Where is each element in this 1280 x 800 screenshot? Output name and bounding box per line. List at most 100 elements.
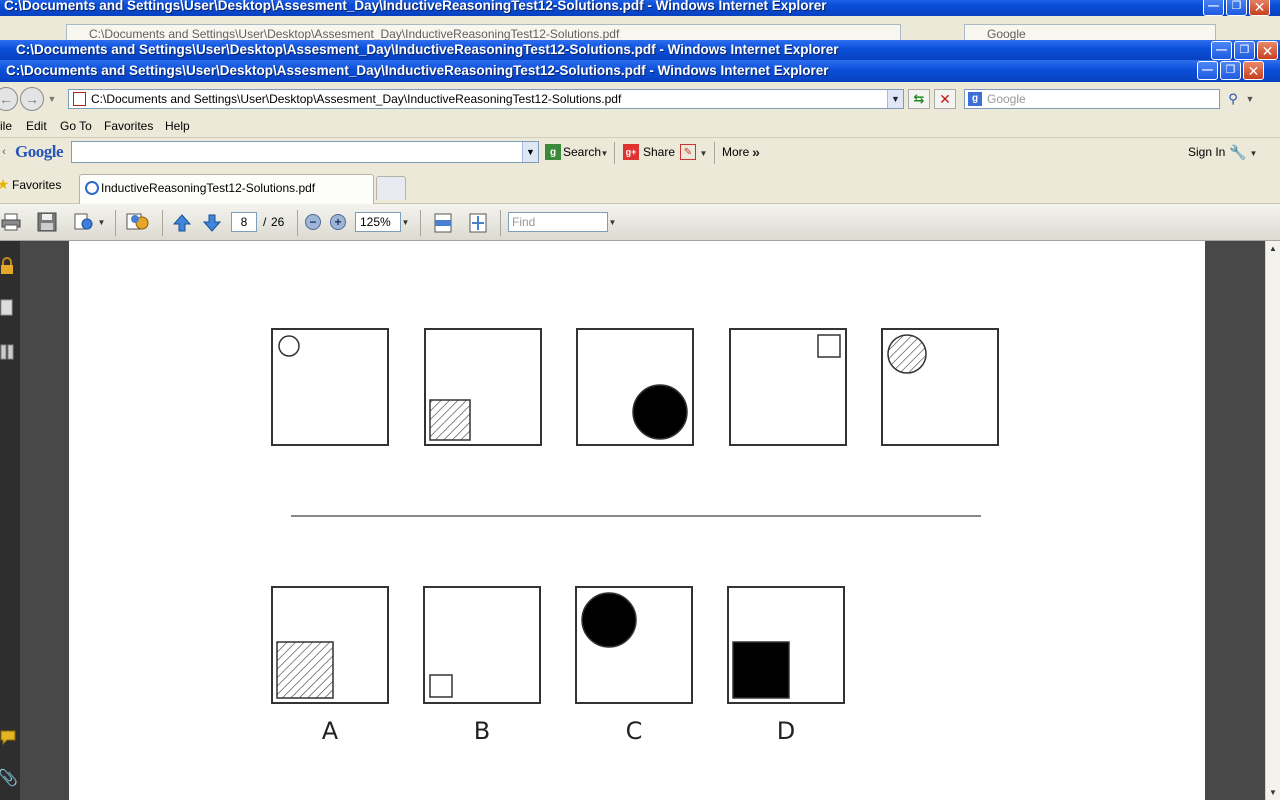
google-search-icon: g: [968, 92, 982, 106]
minimize-icon[interactable]: —: [1197, 61, 1218, 80]
answer-option-b-drawing: [429, 674, 453, 698]
toolbar-grip-icon: ‹: [2, 146, 6, 158]
address-url: C:\Documents and Settings\User\Desktop\A…: [91, 92, 622, 106]
search-dropdown-icon[interactable]: ▼: [600, 148, 609, 158]
answer-option-a-drawing: [276, 641, 334, 699]
menu-bar: ile Edit Go To Favorites Help: [0, 116, 1280, 138]
recent-pages-dropdown-icon[interactable]: ▼: [46, 93, 58, 105]
pages-panel-icon[interactable]: [0, 299, 14, 317]
menu-favorites[interactable]: Favorites: [104, 116, 153, 136]
divider-line: [291, 515, 981, 517]
find-input[interactable]: Find: [508, 212, 608, 232]
zoom-in-icon[interactable]: +: [330, 214, 346, 230]
black-square: [732, 641, 790, 699]
bookmarks-panel-icon[interactable]: [0, 343, 14, 361]
total-pages: 26: [271, 215, 285, 229]
google-search-dropdown-icon[interactable]: ▼: [522, 142, 538, 162]
menu-go-to[interactable]: Go To: [60, 116, 92, 136]
lock-icon[interactable]: [0, 257, 14, 275]
main-window-titlebar: C:\Documents and Settings\User\Desktop\A…: [0, 60, 1280, 82]
zoom-level-select[interactable]: 125%: [355, 212, 401, 232]
back-button[interactable]: ←: [0, 87, 18, 111]
address-dropdown-icon[interactable]: ▼: [887, 90, 903, 108]
share-icon[interactable]: g+: [623, 144, 639, 160]
answer-option-a: [271, 586, 389, 704]
fit-width-icon[interactable]: [432, 212, 454, 234]
empty-square: [429, 674, 453, 698]
menu-edit[interactable]: Edit: [26, 116, 47, 136]
background-address-strip: C:\Documents and Settings\User\Desktop\A…: [0, 16, 1280, 44]
double-chevron-right-icon[interactable]: »: [749, 144, 763, 160]
print-icon[interactable]: [0, 212, 22, 232]
page-number-input[interactable]: 8: [231, 212, 257, 232]
wrench-icon[interactable]: 🔧: [1229, 143, 1247, 161]
search-input[interactable]: g Google: [964, 89, 1220, 109]
google-search-box[interactable]: ▼: [71, 141, 539, 163]
new-tab-button[interactable]: [376, 176, 406, 200]
settings-dropdown-icon[interactable]: ▼: [1249, 148, 1258, 158]
address-input[interactable]: C:\Documents and Settings\User\Desktop\A…: [68, 89, 904, 109]
middle-window-titlebar: C:\Documents and Settings\User\Desktop\A…: [0, 40, 1280, 60]
hatched-circle: [887, 334, 927, 374]
empty-circle: [278, 335, 300, 357]
comments-panel-icon[interactable]: [0, 729, 16, 745]
share-button[interactable]: Share: [643, 141, 675, 163]
favorites-button[interactable]: Favorites: [12, 174, 61, 196]
google-toolbar: ‹ Google ▼ g Search ▼ g+ Share ✎ ▼ More …: [0, 138, 1280, 168]
answer-option-b: [423, 586, 541, 704]
black-circle: [581, 592, 637, 648]
fit-page-icon[interactable]: [467, 212, 489, 234]
answer-option-d: [727, 586, 845, 704]
separator: [714, 142, 715, 164]
zoom-dropdown-icon[interactable]: ▼: [401, 218, 410, 227]
pages-sharing-icon[interactable]: [72, 212, 96, 232]
close-icon[interactable]: ✕: [1243, 61, 1264, 80]
vertical-scrollbar[interactable]: ▲ ▼: [1265, 241, 1280, 800]
menu-help[interactable]: Help: [165, 116, 190, 136]
next-page-icon[interactable]: [201, 212, 223, 234]
sequence-figure-1: [271, 328, 389, 446]
sign-in-link[interactable]: Sign In: [1188, 141, 1225, 163]
pdf-viewer-area: A B C D: [0, 241, 1265, 800]
menu-file[interactable]: ile: [0, 116, 12, 136]
google-search-button[interactable]: Search: [563, 141, 601, 163]
refresh-icon[interactable]: ⇆: [908, 89, 930, 109]
google-logo: Google: [15, 142, 64, 161]
share-dropdown-icon[interactable]: ▼: [97, 218, 106, 227]
close-icon[interactable]: ✕: [1257, 41, 1278, 60]
find-dropdown-icon[interactable]: ▼: [608, 218, 617, 227]
minimize-icon[interactable]: —: [1203, 0, 1224, 16]
attachments-paperclip-icon[interactable]: 📎: [0, 769, 18, 787]
favorites-star-icon[interactable]: ★: [0, 176, 10, 192]
restore-icon[interactable]: ❐: [1226, 0, 1247, 16]
search-options-dropdown-icon[interactable]: ▼: [1244, 91, 1256, 107]
share-dropdown-icon[interactable]: ▼: [699, 148, 708, 158]
tab-title: InductiveReasoningTest12-Solutions.pdf: [101, 181, 316, 195]
sequence-figure-5-drawing: [887, 334, 927, 374]
save-icon[interactable]: [36, 212, 58, 232]
background-window-title: C:\Documents and Settings\User\Desktop\A…: [4, 0, 827, 13]
minimize-icon[interactable]: —: [1211, 41, 1232, 60]
answer-option-d-drawing: [732, 641, 790, 699]
forward-button[interactable]: →: [20, 87, 44, 111]
hatched-square: [429, 399, 471, 441]
restore-icon[interactable]: ❐: [1220, 61, 1241, 80]
previous-page-icon[interactable]: [171, 212, 193, 234]
favorites-bar: ★ Favorites InductiveReasoningTest12-Sol…: [0, 168, 1280, 204]
middle-window-controls: — ❐ ✕: [1211, 41, 1278, 60]
blogger-icon[interactable]: ✎: [680, 144, 696, 160]
background-window-titlebar: C:\Documents and Settings\User\Desktop\A…: [0, 0, 1280, 16]
search-go-icon[interactable]: ⚲: [1222, 89, 1244, 109]
search-placeholder: Google: [987, 92, 1026, 106]
close-icon[interactable]: ✕: [1249, 0, 1270, 16]
google-search-icon[interactable]: g: [545, 144, 561, 160]
scroll-up-arrow-icon[interactable]: ▲: [1266, 241, 1280, 256]
restore-icon[interactable]: ❐: [1234, 41, 1255, 60]
browser-tab-active[interactable]: InductiveReasoningTest12-Solutions.pdf: [79, 174, 374, 204]
more-button[interactable]: More: [722, 141, 749, 163]
zoom-out-icon[interactable]: −: [305, 214, 321, 230]
collaborate-icon[interactable]: [125, 211, 151, 233]
stop-icon[interactable]: ✕: [934, 89, 956, 109]
scroll-down-arrow-icon[interactable]: ▼: [1266, 785, 1280, 800]
answer-option-c: [575, 586, 693, 704]
